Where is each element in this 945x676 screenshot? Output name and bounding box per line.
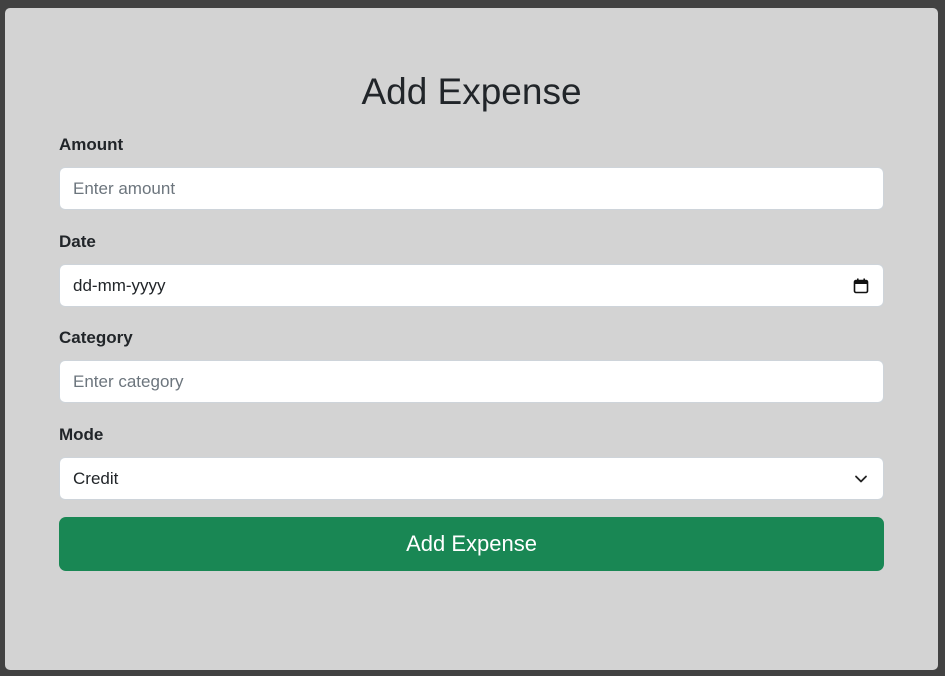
date-input[interactable]: dd-mm-yyyy bbox=[59, 264, 884, 307]
calendar-icon[interactable] bbox=[852, 277, 870, 295]
mode-select[interactable]: Credit bbox=[59, 457, 884, 500]
category-label: Category bbox=[59, 328, 133, 347]
add-expense-card: Add Expense Amount Date dd-mm-yyyy Categ… bbox=[5, 8, 938, 670]
category-input[interactable] bbox=[59, 360, 884, 403]
date-label: Date bbox=[59, 232, 96, 251]
mode-label: Mode bbox=[59, 425, 104, 444]
add-expense-button[interactable]: Add Expense bbox=[59, 517, 884, 571]
amount-label: Amount bbox=[59, 135, 124, 154]
page-title: Add Expense bbox=[361, 71, 582, 112]
date-input-value: dd-mm-yyyy bbox=[73, 275, 166, 295]
chevron-down-icon bbox=[852, 470, 870, 488]
amount-input[interactable] bbox=[59, 167, 884, 210]
mode-select-value: Credit bbox=[73, 468, 119, 488]
